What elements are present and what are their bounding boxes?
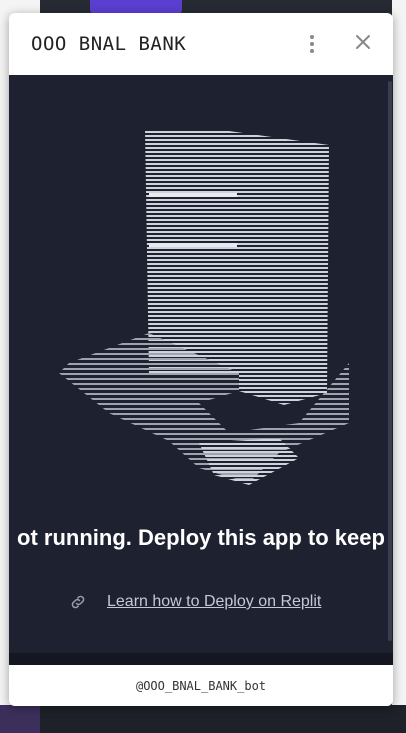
preview-bottom-bar bbox=[9, 653, 393, 665]
background-right-panel bbox=[392, 0, 406, 733]
modal-title: OOO BNAL BANK bbox=[31, 33, 187, 55]
background-bottom-bar bbox=[40, 705, 406, 733]
modal-footer: @OOO_BNAL_BANK_bot bbox=[9, 665, 393, 706]
ascii-art-image bbox=[59, 129, 349, 485]
not-running-notice: ot running. Deploy this app to keep bbox=[9, 525, 393, 561]
learn-deploy-link-text: Learn how to Deploy on Replit bbox=[107, 593, 322, 610]
modal-header: OOO BNAL BANK bbox=[9, 13, 393, 75]
background-tab bbox=[90, 0, 182, 14]
learn-deploy-link[interactable]: Learn how to Deploy on Replit bbox=[69, 591, 321, 613]
background-left-bottom bbox=[0, 705, 40, 733]
link-icon bbox=[71, 595, 85, 609]
close-icon bbox=[356, 35, 370, 49]
app-preview: ot running. Deploy this app to keep Lear… bbox=[9, 75, 393, 665]
notice-text: ot running. Deploy this app to keep bbox=[17, 525, 385, 550]
webview-modal: OOO BNAL BANK ot running. Deploy this ap… bbox=[9, 13, 393, 706]
bot-handle: @OOO_BNAL_BANK_bot bbox=[135, 678, 267, 693]
close-button[interactable] bbox=[354, 33, 372, 51]
more-vertical-icon bbox=[305, 35, 319, 53]
more-options-button[interactable] bbox=[305, 33, 319, 55]
